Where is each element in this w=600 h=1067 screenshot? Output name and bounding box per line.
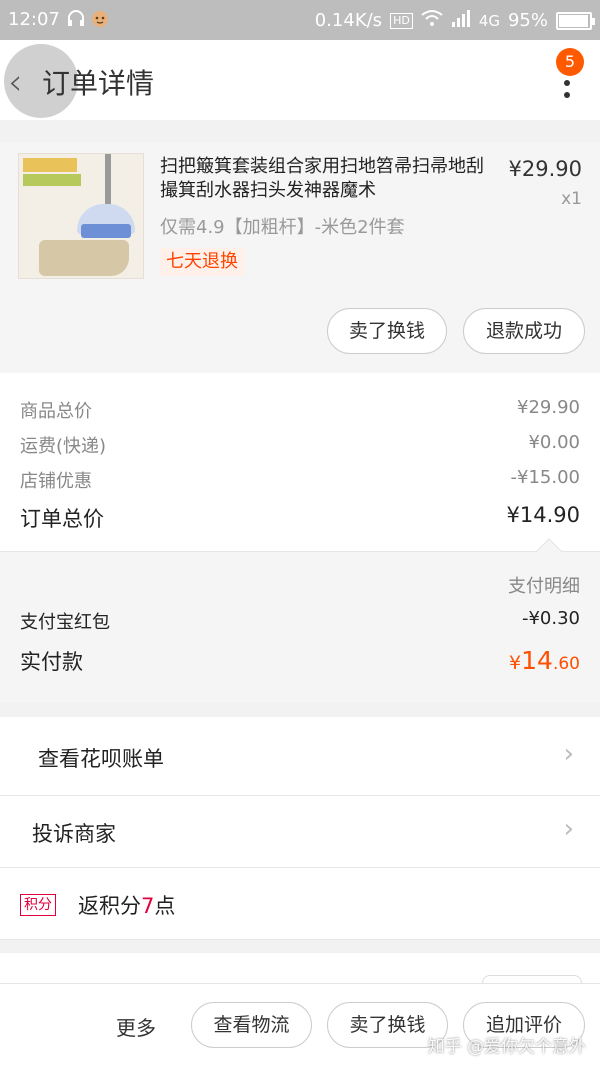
points-number: 7 xyxy=(141,894,155,918)
product-title[interactable]: 扫把簸箕套装组合家用扫地笤帚扫帚地刮撮箕刮水器扫头发神器魔术 xyxy=(160,155,490,203)
complain-label: 投诉商家 xyxy=(32,822,116,846)
chevron-right-icon: › xyxy=(563,814,574,844)
shipping-value: ¥0.00 xyxy=(528,432,580,453)
paid-value: ¥14.60 xyxy=(509,646,580,676)
complain-item[interactable]: 投诉商家 › xyxy=(0,796,600,868)
product-sku: 仅需4.9【加粗杆】-米色2件套 xyxy=(160,217,405,238)
points-prefix: 返积分 xyxy=(78,894,141,918)
status-time: 12:07 xyxy=(8,9,60,30)
shipping-label: 运费(快递) xyxy=(20,436,107,457)
hongbao-row: 支付宝红包 -¥0.30 xyxy=(20,608,580,634)
return-policy-tag: 七天退换 xyxy=(160,248,244,276)
headset-icon xyxy=(66,9,86,29)
status-bar: 12:07 0.14K/s HD 4G 95% xyxy=(0,0,600,40)
hd-icon: HD xyxy=(390,12,413,29)
discount-value: -¥15.00 xyxy=(510,467,580,488)
price-summary: 商品总价 ¥29.90 运费(快递) ¥0.00 店铺优惠 -¥15.00 订单… xyxy=(0,373,600,551)
thumb-label-tag-2 xyxy=(23,174,81,186)
huabei-bill-item[interactable]: 查看花呗账单 › xyxy=(0,717,600,796)
discount-row: 店铺优惠 -¥15.00 xyxy=(20,467,580,493)
wifi-icon xyxy=(421,9,443,32)
notification-badge: 5 xyxy=(556,48,584,76)
paid-int: 14 xyxy=(521,646,553,675)
points-text: 返积分7点 xyxy=(78,890,175,920)
goods-total-value: ¥29.90 xyxy=(517,397,580,418)
order-total-label: 订单总价 xyxy=(20,507,104,531)
battery-percent: 95% xyxy=(507,10,548,31)
order-total-value: ¥14.90 xyxy=(506,503,580,527)
network-type: 4G xyxy=(478,11,500,30)
pay-detail-row: 支付明细 xyxy=(20,572,580,598)
discount-label: 店铺优惠 xyxy=(20,471,92,492)
product-price: ¥29.90 xyxy=(508,157,582,181)
hongbao-value: -¥0.30 xyxy=(521,608,580,629)
product-thumbnail[interactable] xyxy=(18,153,144,279)
points-tag: 积分 xyxy=(20,894,56,916)
goods-total-label: 商品总价 xyxy=(20,401,92,422)
shipping-row: 运费(快递) ¥0.00 xyxy=(20,432,580,458)
page-title: 订单详情 xyxy=(42,67,155,100)
sell-button[interactable]: 卖了换钱 xyxy=(327,308,447,354)
points-suffix: 点 xyxy=(154,894,176,918)
nav-bar: ‹ 订单详情 5 xyxy=(0,40,600,120)
status-right: 0.14K/s HD 4G 95% xyxy=(314,9,595,32)
thumb-label-tag xyxy=(23,158,77,172)
paid-dec: .60 xyxy=(552,654,580,674)
paid-row: 实付款 ¥14.60 xyxy=(20,646,580,676)
goods-total-row: 商品总价 ¥29.90 xyxy=(20,397,580,423)
pay-detail-link[interactable]: 支付明细 xyxy=(508,572,580,598)
dustpan xyxy=(39,240,129,276)
paid-label: 实付款 xyxy=(20,650,83,674)
more-button[interactable]: 更多 xyxy=(116,1012,156,1041)
broom-bristle xyxy=(81,224,131,238)
hongbao-label: 支付宝红包 xyxy=(20,612,110,633)
payment-box: 支付明细 支付宝红包 -¥0.30 实付款 ¥14.60 xyxy=(0,538,600,703)
back-chevron-icon[interactable]: ‹ xyxy=(8,62,22,103)
signal-icon xyxy=(451,9,471,32)
emoji-face-icon xyxy=(90,9,110,29)
chevron-right-icon: › xyxy=(563,739,574,769)
view-logistics-button[interactable]: 查看物流 xyxy=(191,1002,312,1048)
paid-currency: ¥ xyxy=(509,652,522,674)
battery-icon xyxy=(556,11,595,30)
refund-success-button[interactable]: 退款成功 xyxy=(463,308,585,354)
product-quantity: x1 xyxy=(561,189,582,209)
order-total-row: 订单总价 ¥14.90 xyxy=(20,503,580,533)
product-card[interactable]: 扫把簸箕套装组合家用扫地笤帚扫帚地刮撮箕刮水器扫头发神器魔术 ¥29.90 x1… xyxy=(0,143,600,373)
net-speed: 0.14K/s xyxy=(314,10,383,31)
watermark: 知乎 @爱你欠个意外 xyxy=(427,1037,586,1057)
points-item: 积分 返积分7点 xyxy=(0,868,600,940)
huabei-bill-label: 查看花呗账单 xyxy=(38,747,164,771)
